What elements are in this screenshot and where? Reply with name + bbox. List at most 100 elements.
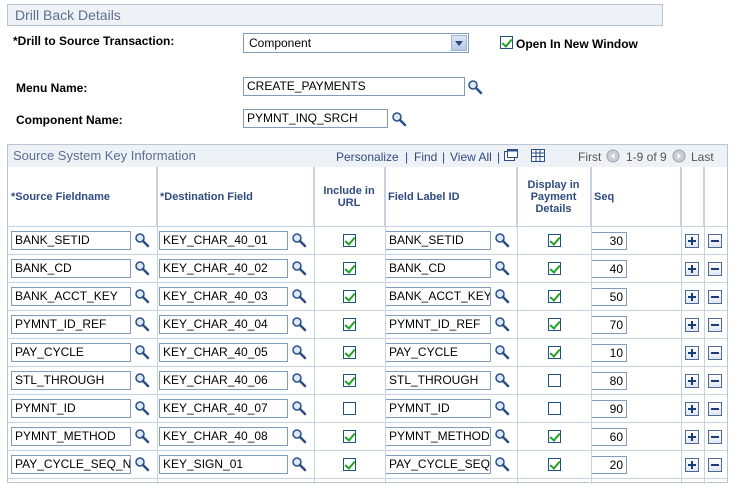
magnifier-icon[interactable]: [467, 79, 483, 95]
col-destination-field[interactable]: *Destination Field: [157, 167, 314, 227]
source-fieldname-input[interactable]: PYMNT_ID_REF: [11, 315, 131, 334]
col-include-url[interactable]: Include in URL: [314, 167, 385, 227]
plus-icon[interactable]: [685, 430, 699, 444]
magnifier-icon[interactable]: [134, 288, 150, 304]
magnifier-icon[interactable]: [494, 372, 510, 388]
magnifier-icon[interactable]: [494, 288, 510, 304]
include-url-checkbox[interactable]: [343, 346, 356, 359]
include-url-checkbox[interactable]: [343, 290, 356, 303]
minus-icon[interactable]: [708, 234, 722, 248]
plus-icon[interactable]: [685, 458, 699, 472]
menu-name-input[interactable]: CREATE_PAYMENTS: [243, 77, 465, 96]
destination-field-input[interactable]: KEY_CHAR_40_04: [159, 315, 288, 334]
field-label-input[interactable]: PYMNT_ID: [385, 399, 491, 418]
source-fieldname-input[interactable]: BANK_ACCT_KEY: [11, 287, 131, 306]
minus-icon[interactable]: [708, 374, 722, 388]
magnifier-icon[interactable]: [291, 344, 307, 360]
source-fieldname-input[interactable]: BANK_SETID: [11, 231, 131, 250]
col-source-fieldname[interactable]: *Source Fieldname: [8, 167, 157, 227]
seq-input[interactable]: 90: [591, 400, 627, 418]
col-display-payment[interactable]: Display in Payment Details: [517, 167, 591, 227]
display-payment-checkbox[interactable]: [548, 290, 561, 303]
personalize-link[interactable]: Personalize: [336, 150, 399, 164]
source-fieldname-input[interactable]: PAY_CYCLE_SEQ_N: [11, 455, 131, 474]
plus-icon[interactable]: [685, 318, 699, 332]
field-label-input[interactable]: PAY_CYCLE_SEQ: [385, 455, 491, 474]
magnifier-icon[interactable]: [494, 400, 510, 416]
minus-icon[interactable]: [708, 458, 722, 472]
include-url-checkbox[interactable]: [343, 402, 356, 415]
minus-icon[interactable]: [708, 430, 722, 444]
magnifier-icon[interactable]: [134, 456, 150, 472]
magnifier-icon[interactable]: [494, 232, 510, 248]
plus-icon[interactable]: [685, 402, 699, 416]
chevron-down-icon[interactable]: [451, 35, 467, 51]
source-fieldname-input[interactable]: PYMNT_METHOD: [11, 427, 131, 446]
field-label-input[interactable]: PYMNT_METHOD: [385, 427, 491, 446]
magnifier-icon[interactable]: [291, 372, 307, 388]
magnifier-icon[interactable]: [134, 232, 150, 248]
magnifier-icon[interactable]: [494, 428, 510, 444]
source-fieldname-input[interactable]: STL_THROUGH: [11, 371, 131, 390]
minus-icon[interactable]: [708, 290, 722, 304]
field-label-input[interactable]: BANK_SETID: [385, 231, 491, 250]
display-payment-checkbox[interactable]: [548, 374, 561, 387]
include-url-checkbox[interactable]: [343, 458, 356, 471]
display-payment-checkbox[interactable]: [548, 402, 561, 415]
destination-field-input[interactable]: KEY_CHAR_40_01: [159, 231, 288, 250]
magnifier-icon[interactable]: [134, 428, 150, 444]
field-label-input[interactable]: BANK_ACCT_KEY: [385, 287, 491, 306]
destination-field-input[interactable]: KEY_CHAR_40_06: [159, 371, 288, 390]
spreadsheet-icon[interactable]: [531, 149, 545, 162]
open-new-window-checkbox[interactable]: [500, 36, 513, 49]
display-payment-checkbox[interactable]: [548, 262, 561, 275]
seq-input[interactable]: 40: [591, 260, 627, 278]
plus-icon[interactable]: [685, 290, 699, 304]
display-payment-checkbox[interactable]: [548, 346, 561, 359]
source-fieldname-input[interactable]: BANK_CD: [11, 259, 131, 278]
magnifier-icon[interactable]: [291, 456, 307, 472]
seq-input[interactable]: 30: [591, 232, 627, 250]
seq-input[interactable]: 60: [591, 428, 627, 446]
include-url-checkbox[interactable]: [343, 234, 356, 247]
plus-icon[interactable]: [685, 234, 699, 248]
minus-icon[interactable]: [708, 262, 722, 276]
col-seq[interactable]: Seq: [591, 167, 681, 227]
seq-input[interactable]: 80: [591, 372, 627, 390]
minus-icon[interactable]: [708, 318, 722, 332]
seq-input[interactable]: 70: [591, 316, 627, 334]
plus-icon[interactable]: [685, 346, 699, 360]
destination-field-input[interactable]: KEY_CHAR_40_07: [159, 399, 288, 418]
destination-field-input[interactable]: KEY_SIGN_01: [159, 455, 288, 474]
plus-icon[interactable]: [685, 374, 699, 388]
magnifier-icon[interactable]: [494, 260, 510, 276]
include-url-checkbox[interactable]: [343, 318, 356, 331]
magnifier-icon[interactable]: [494, 344, 510, 360]
destination-field-input[interactable]: KEY_CHAR_40_05: [159, 343, 288, 362]
magnifier-icon[interactable]: [291, 260, 307, 276]
find-link[interactable]: Find: [414, 150, 437, 164]
display-payment-checkbox[interactable]: [548, 318, 561, 331]
seq-input[interactable]: 50: [591, 288, 627, 306]
drill-source-select[interactable]: Component: [243, 33, 469, 53]
magnifier-icon[interactable]: [291, 400, 307, 416]
magnifier-icon[interactable]: [291, 232, 307, 248]
source-fieldname-input[interactable]: PAY_CYCLE: [11, 343, 131, 362]
magnifier-icon[interactable]: [134, 344, 150, 360]
field-label-input[interactable]: PYMNT_ID_REF: [385, 315, 491, 334]
magnifier-icon[interactable]: [134, 260, 150, 276]
field-label-input[interactable]: BANK_CD: [385, 259, 491, 278]
destination-field-input[interactable]: KEY_CHAR_40_08: [159, 427, 288, 446]
magnifier-icon[interactable]: [291, 288, 307, 304]
seq-input[interactable]: 20: [591, 456, 627, 474]
destination-field-input[interactable]: KEY_CHAR_40_02: [159, 259, 288, 278]
seq-input[interactable]: 10: [591, 344, 627, 362]
destination-field-input[interactable]: KEY_CHAR_40_03: [159, 287, 288, 306]
display-payment-checkbox[interactable]: [548, 458, 561, 471]
display-payment-checkbox[interactable]: [548, 234, 561, 247]
include-url-checkbox[interactable]: [343, 262, 356, 275]
col-field-label-id[interactable]: Field Label ID: [385, 167, 517, 227]
magnifier-icon[interactable]: [134, 316, 150, 332]
display-payment-checkbox[interactable]: [548, 430, 561, 443]
view-all-link[interactable]: View All: [450, 150, 492, 164]
